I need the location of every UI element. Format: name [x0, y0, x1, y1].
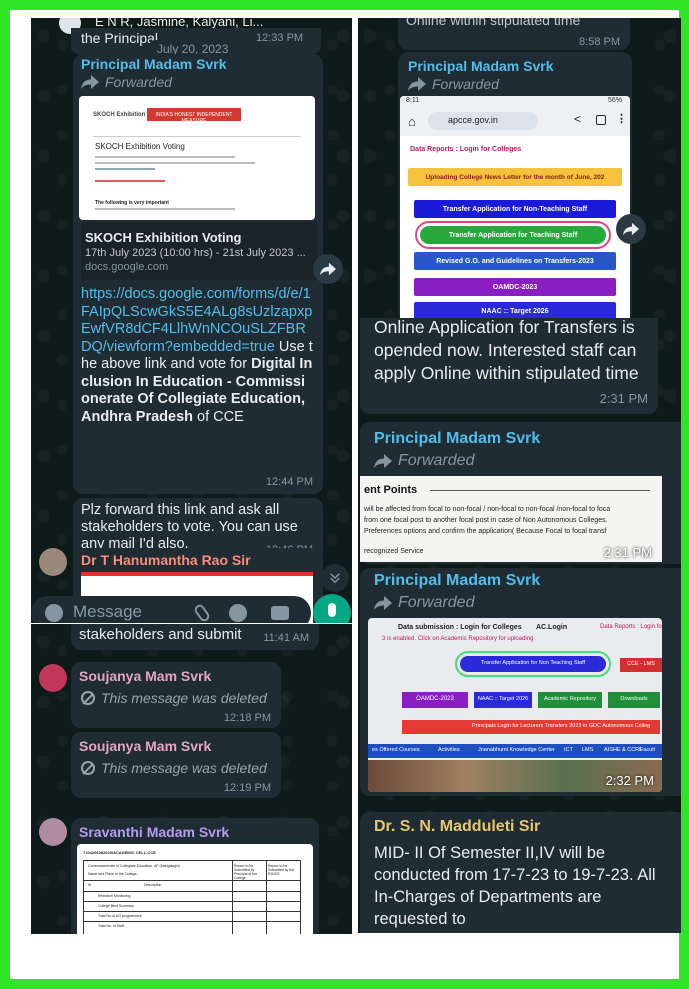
chat-panel-top-left: E N R, Jasmine, Kalyani, Li... the Princ…	[31, 18, 352, 623]
sender-name[interactable]: Principal Madam Svrk	[374, 430, 540, 448]
deleted-text: This message was deleted	[101, 760, 267, 776]
sender-name[interactable]: Principal Madam Svrk	[81, 56, 227, 72]
scroll-down-button[interactable]	[321, 564, 349, 592]
menu-icon[interactable]: ⋮	[616, 112, 627, 125]
forwarded-label: Forwarded	[408, 76, 499, 92]
avatar[interactable]	[39, 664, 67, 692]
share-icon[interactable]: <	[574, 112, 581, 126]
mic-icon	[328, 603, 336, 617]
camera-icon[interactable]	[271, 606, 289, 620]
emoji-icon[interactable]	[45, 604, 63, 622]
forwarded-label: Forwarded	[374, 594, 474, 612]
message-bubble[interactable]: Online within stipulated time 8:58 PM	[398, 18, 630, 50]
url-link[interactable]: https://docs.google.com/forms/d/e/1FAIpQ…	[81, 286, 312, 355]
message-text: stakeholders and submit	[79, 626, 242, 643]
message-time: 2:32 PM	[605, 773, 654, 788]
sender-name[interactable]: Soujanya Mam Svrk	[79, 738, 211, 754]
chat-panel-bottom-right: Online Application for Transfers is open…	[358, 318, 681, 933]
chevron-double-down-icon	[330, 573, 340, 584]
document-preview[interactable]: 7104206082023/ACADEMIC CELL-CCE Commissi…	[77, 844, 313, 934]
deleted-text: This message was deleted	[101, 690, 267, 706]
deleted-icon	[81, 761, 95, 775]
sender-name[interactable]: Dr. S. N. Madduleti Sir	[374, 818, 540, 836]
forwarded-label: Forwarded	[81, 74, 172, 90]
message-time: 8:58 PM	[579, 36, 620, 48]
document-photo[interactable]: ent Points will be affected from focal t…	[360, 476, 662, 562]
link-title[interactable]: SKOCH Exhibition Voting	[85, 230, 241, 245]
link-domain: docs.google.com	[85, 261, 169, 273]
deleted-icon	[81, 691, 95, 705]
message-bubble-forwarded-link[interactable]: Principal Madam Svrk Forwarded SKOCH Exh…	[73, 54, 323, 494]
chat-panel-top-right: Online within stipulated time 8:58 PM Pr…	[358, 18, 681, 318]
sender-name[interactable]: Principal Madam Svrk	[408, 58, 554, 74]
forward-arrow-icon	[408, 77, 426, 91]
message-text: MID- II Of Semester II,IV will be conduc…	[374, 844, 656, 928]
message-bubble-deleted[interactable]: Soujanya Mam Svrk This message was delet…	[71, 662, 281, 728]
message-time: 2:31 PM	[599, 391, 648, 406]
message-time: 12:33 PM	[256, 32, 304, 44]
attach-icon[interactable]	[192, 602, 212, 623]
message-bubble[interactable]: Online Application for Transfers is open…	[360, 318, 658, 414]
message-bubble-forwarded-image[interactable]: Principal Madam Svrk Forwarded Data subm…	[360, 568, 681, 796]
forward-arrow-icon	[374, 454, 392, 468]
rupee-icon[interactable]	[229, 604, 247, 622]
link-preview-image[interactable]: SKOCH Exhibition INDIA'S HONEST INDEPEND…	[79, 96, 315, 220]
message-time: 12:18 PM	[223, 712, 271, 724]
screen-photo[interactable]: Data submission : Login for Colleges AC.…	[368, 618, 662, 792]
forward-arrow-icon	[81, 75, 99, 89]
message-time: 12:19 PM	[223, 782, 271, 794]
share-button[interactable]	[616, 214, 646, 244]
tabs-icon[interactable]	[596, 115, 606, 125]
forward-arrow-icon	[374, 596, 392, 610]
share-button[interactable]	[313, 254, 343, 284]
sender-name[interactable]: Sravanthi Madam Svrk	[79, 824, 229, 840]
forwarded-label: Forwarded	[374, 452, 474, 470]
mic-button[interactable]	[313, 594, 351, 623]
message-time: 12:44 PM	[265, 476, 313, 488]
avatar[interactable]	[39, 548, 67, 576]
sender-name[interactable]: Dr T Hanumantha Rao Sir	[81, 552, 251, 568]
message-time: 2:31 PM	[603, 545, 652, 560]
sender-name[interactable]: Soujanya Mam Svrk	[79, 668, 211, 684]
message-bubble-forwarded-image[interactable]: Principal Madam Svrk Forwarded ent Point…	[360, 422, 681, 564]
message-bubble-deleted[interactable]: Soujanya Mam Svrk This message was delet…	[71, 732, 281, 798]
message-text: Online within stipulated time	[406, 18, 581, 28]
sender-name[interactable]: Principal Madam Svrk	[374, 572, 540, 590]
link-description: 17th July 2023 (10:00 hrs) - 21st July 2…	[85, 247, 306, 259]
message-composer[interactable]: Message	[31, 596, 311, 623]
message-time: 11:41 AM	[263, 632, 309, 644]
forward-icon	[623, 222, 639, 236]
avatar[interactable]	[39, 818, 67, 846]
message-bubble[interactable]: Dr. S. N. Madduleti Sir MID- II Of Semes…	[360, 812, 681, 933]
forwarded-screenshot[interactable]: 8:11 56% ⌂ apcce.gov.in < ⋮ Data Reports…	[400, 96, 630, 318]
message-bubble-forwarded-image[interactable]: Principal Madam Svrk Forwarded 8:11 56% …	[398, 52, 632, 318]
message-bubble-document[interactable]: Sravanthi Madam Svrk 7104206082023/ACADE…	[71, 818, 319, 934]
message-text-end: of CCE	[193, 408, 244, 425]
chat-panel-bottom-left: stakeholders and submit 11:41 AM Soujany…	[31, 624, 352, 934]
home-icon[interactable]: ⌂	[408, 114, 416, 129]
url-bar[interactable]: apcce.gov.in	[448, 115, 498, 125]
forward-icon	[320, 262, 336, 276]
message-text: Online Application for Transfers is open…	[374, 318, 639, 383]
message-input[interactable]: Message	[73, 602, 142, 622]
message-bubble[interactable]: stakeholders and submit 11:41 AM	[71, 624, 319, 650]
